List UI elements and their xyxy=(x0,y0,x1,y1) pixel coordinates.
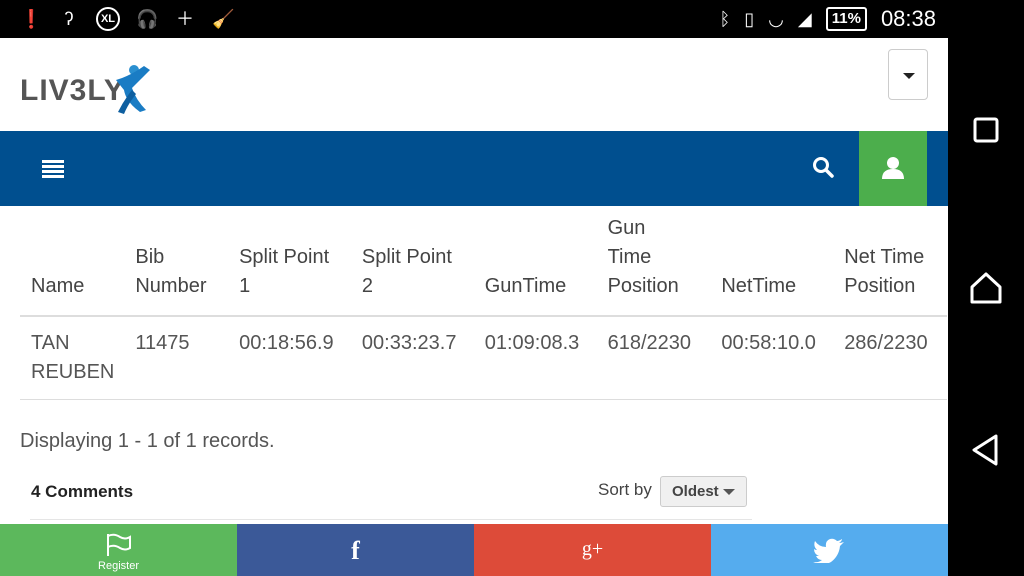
site-header: LIV3LY xyxy=(0,38,948,131)
caret-down-icon xyxy=(723,489,735,495)
table-cell-gun-time: 01:09:08.3 xyxy=(473,316,597,400)
cleaner-icon: 🧹 xyxy=(212,9,235,29)
vibrate-icon: ▯ xyxy=(744,9,755,29)
hearing-icon: ʔ xyxy=(64,9,74,29)
comments-count: 4 Comments xyxy=(31,482,134,501)
register-button[interactable]: Register xyxy=(0,524,237,576)
sort-select[interactable]: Oldest xyxy=(660,476,747,507)
table-header-row: Name Bib Number Split Point 1 Split Point 2 Gun… xyxy=(20,214,947,317)
column-header-text: GunTime xyxy=(484,275,567,297)
headphones-icon: 🎧 xyxy=(136,9,159,29)
cell-text: TAN xyxy=(31,332,70,354)
cell-text: 00:18:56.9 xyxy=(239,332,334,354)
column-header-text: Bib xyxy=(135,246,165,268)
xl-icon: XL xyxy=(96,7,120,31)
wifi-icon: ◡ xyxy=(768,9,784,29)
google-plus-icon: g+ xyxy=(581,538,604,560)
twitter-icon xyxy=(813,538,844,563)
column-header-gun-time-position: Gun Time Position xyxy=(596,214,711,317)
column-header-text: Number xyxy=(135,275,207,297)
table-cell-split-point-1: 00:18:56.9 xyxy=(228,316,351,400)
system-nav-bar xyxy=(948,0,1024,576)
cell-text: REUBEN xyxy=(31,361,115,383)
bluetooth-icon: ᛒ xyxy=(719,9,731,29)
cell-text: 00:33:23.7 xyxy=(361,332,457,354)
column-header-text: Gun xyxy=(607,217,646,239)
column-header-name: Name xyxy=(20,214,125,317)
table-row: TAN REUBEN 11475 00:18:56.9 00:33:23.7 01:09:… xyxy=(20,316,947,400)
main-nav-bar xyxy=(0,131,948,206)
alert-icon: ❗ xyxy=(20,9,43,29)
column-header-split-point-1: Split Point 1 xyxy=(228,214,351,317)
table-cell-split-point-2: 00:33:23.7 xyxy=(350,316,474,400)
column-header-split-point-2: Split Point 2 xyxy=(350,214,474,317)
divider xyxy=(30,519,752,520)
web-page: LIV3LY Name Bib Number Split Point 1 Split Po… xyxy=(0,38,948,576)
clock: 08:38 xyxy=(880,6,936,31)
facebook-icon: f xyxy=(351,536,360,565)
table-cell-bib-number: 11475 xyxy=(124,316,229,400)
column-header-text: 2 xyxy=(361,275,374,297)
column-header-text: 1 xyxy=(239,275,251,297)
user-icon xyxy=(882,157,904,179)
search-icon[interactable] xyxy=(812,156,834,178)
cell-text: 01:09:08.3 xyxy=(484,332,580,354)
facebook-share-button[interactable]: f xyxy=(237,524,474,576)
column-header-net-time: NetTime xyxy=(710,214,834,317)
google-plus-share-button[interactable]: g+ xyxy=(474,524,711,576)
column-header-text: Time xyxy=(607,246,652,268)
site-logo[interactable]: LIV3LY xyxy=(20,60,155,116)
cell-text: 618/2230 xyxy=(607,332,691,354)
share-bar: Register f g+ xyxy=(0,524,948,576)
flag-icon xyxy=(107,533,131,556)
twitter-share-button[interactable] xyxy=(711,524,948,576)
column-header-text: Name xyxy=(31,275,85,297)
column-header-text: Split Point xyxy=(361,246,452,268)
cell-text: 11475 xyxy=(135,332,190,354)
signal-icon: ◢ xyxy=(797,9,812,29)
battery-indicator: 11% xyxy=(825,7,867,31)
sort-select-value: Oldest xyxy=(672,483,719,500)
back-icon[interactable] xyxy=(968,432,1004,468)
column-header-text: Position xyxy=(844,275,916,297)
recents-icon[interactable] xyxy=(968,112,1004,148)
column-header-text: Position xyxy=(607,275,679,297)
cell-text: 286/2230 xyxy=(844,332,928,354)
column-header-net-time-position: Net Time Position xyxy=(833,214,947,317)
status-bar: ❗ ʔ XL 🎧 ＋ 🧹 ᛒ ▯ ◡ ◢ 11% 08:38 xyxy=(0,0,948,38)
hamburger-menu-icon[interactable] xyxy=(42,160,64,178)
home-icon[interactable] xyxy=(968,270,1004,306)
header-dropdown-button[interactable] xyxy=(888,49,928,100)
svg-text:LIV3LY: LIV3LY xyxy=(20,74,125,107)
table-cell-gun-time-position: 618/2230 xyxy=(596,316,711,400)
table-cell-net-time-position: 286/2230 xyxy=(833,316,947,400)
column-header-text: Split Point xyxy=(239,246,330,268)
user-account-button[interactable] xyxy=(859,131,927,206)
register-label: Register xyxy=(98,560,139,572)
cell-text: 00:58:10.0 xyxy=(721,332,816,354)
column-header-gun-time: GunTime xyxy=(473,214,597,317)
results-table: Name Bib Number Split Point 1 Split Point 2 Gun… xyxy=(20,214,947,400)
column-header-bib-number: Bib Number xyxy=(124,214,229,317)
column-header-text: NetTime xyxy=(721,275,797,297)
table-cell-name: TAN REUBEN xyxy=(20,316,125,400)
caret-down-icon xyxy=(903,73,915,79)
column-header-text: Net Time xyxy=(844,246,925,268)
battery-plus-icon: ＋ xyxy=(176,9,194,29)
records-summary: Displaying 1 - 1 of 1 records. xyxy=(20,430,275,452)
sort-by-label: Sort by xyxy=(598,480,652,499)
table-cell-net-time: 00:58:10.0 xyxy=(710,316,834,400)
